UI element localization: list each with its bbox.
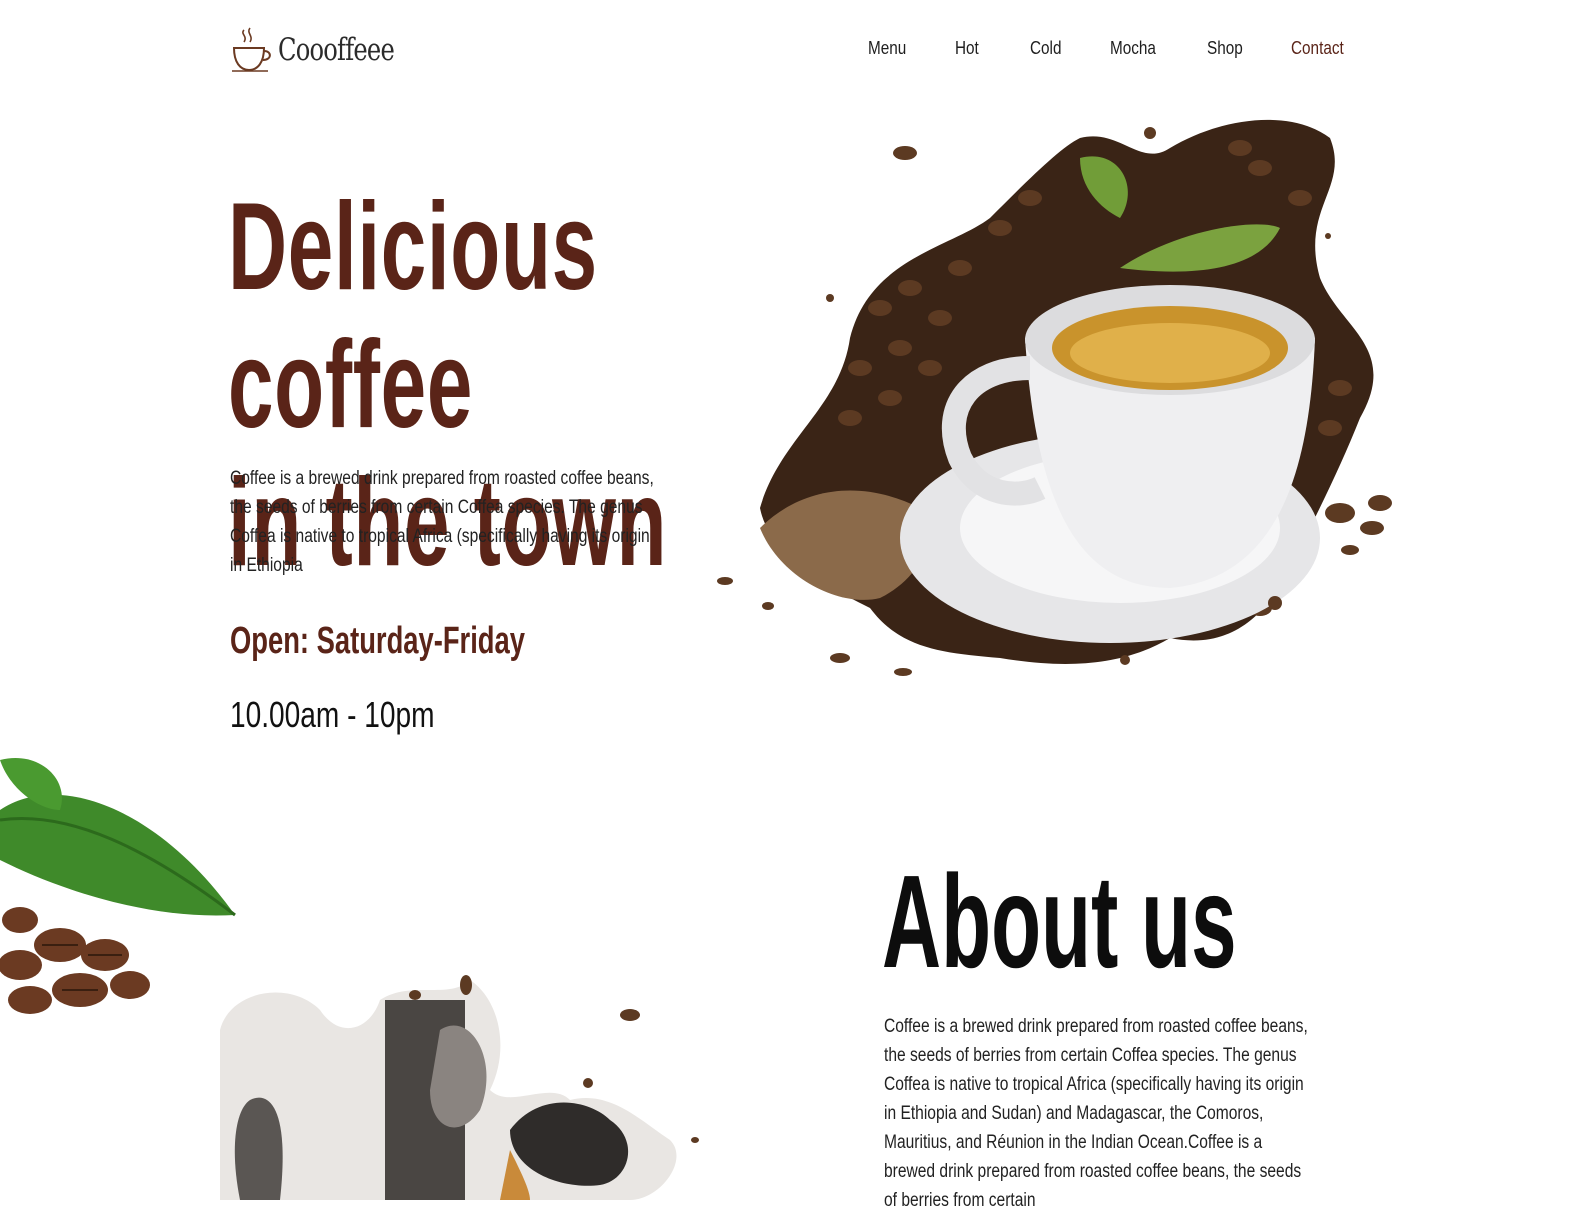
coffee-cup-splash-image (717, 119, 1392, 676)
opening-hours: 10.00am - 10pm (230, 694, 435, 735)
hero-title-line1: Delicious coffee (228, 178, 598, 454)
about-title: About us (882, 848, 1237, 995)
nav-item-menu[interactable]: Menu (868, 38, 906, 59)
nav-item-contact[interactable]: Contact (1291, 38, 1344, 59)
nav-item-cold[interactable]: Cold (1030, 38, 1061, 59)
about-description: Coffee is a brewed drink prepared from r… (884, 1016, 1308, 1211)
hero-description: Coffee is a brewed drink prepared from r… (230, 468, 654, 576)
nav-item-shop[interactable]: Shop (1207, 38, 1243, 59)
main-nav: Menu Hot Cold Mocha Shop Contact (0, 38, 1594, 68)
nav-item-hot[interactable]: Hot (955, 38, 979, 59)
nav-item-mocha[interactable]: Mocha (1110, 38, 1156, 59)
opening-days: Open: Saturday-Friday (230, 620, 525, 662)
barista-splash-image (220, 975, 699, 1200)
